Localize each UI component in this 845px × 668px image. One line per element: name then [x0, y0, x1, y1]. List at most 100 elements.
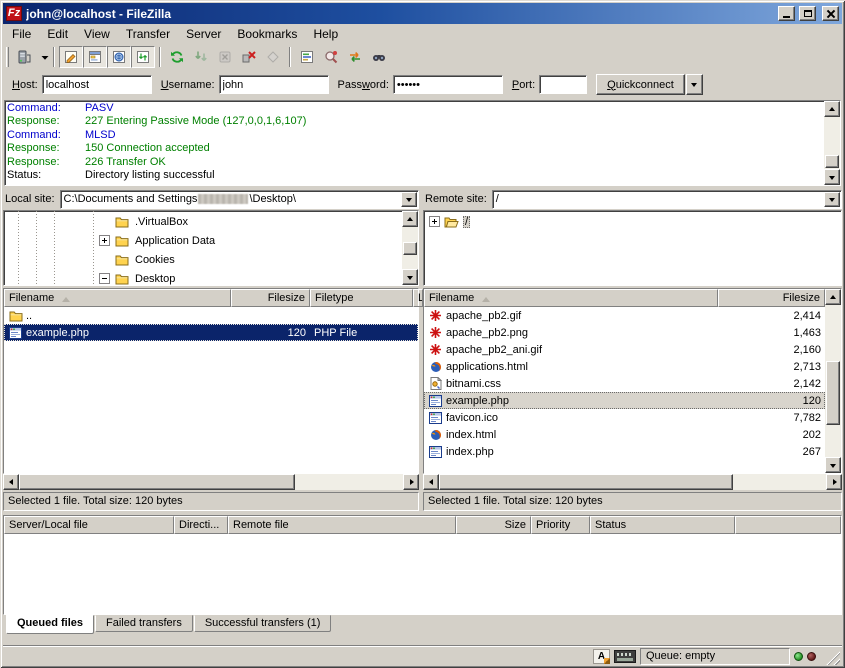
menu-item-help[interactable]: Help	[305, 26, 346, 42]
title-bar[interactable]: Fz john@localhost - FileZilla	[3, 3, 842, 24]
remote-site-combobox[interactable]: /	[492, 190, 842, 209]
scroll-down-button[interactable]	[825, 457, 841, 473]
scroll-track[interactable]	[825, 305, 841, 457]
remote-list-scrollbar[interactable]	[825, 289, 841, 473]
file-row[interactable]: index.html202	[424, 426, 825, 443]
file-row[interactable]: favicon.ico7,782	[424, 409, 825, 426]
file-row[interactable]: index.php267	[424, 443, 825, 460]
file-row[interactable]: bitnami.css2,142	[424, 375, 825, 392]
toggle-local-tree-button[interactable]	[83, 46, 107, 68]
process-queue-button[interactable]	[189, 46, 213, 68]
refresh-button[interactable]	[165, 46, 189, 68]
toolbar-grip[interactable]	[6, 47, 9, 67]
expander-plus-icon[interactable]	[429, 216, 440, 227]
tab-successful-transfers-1[interactable]: Successful transfers (1)	[194, 615, 332, 632]
toggle-queue-button[interactable]	[131, 46, 155, 68]
message-log[interactable]: Command:PASVResponse:227 Entering Passiv…	[4, 100, 841, 186]
host-input[interactable]	[42, 75, 152, 94]
scroll-left-button[interactable]	[3, 474, 19, 490]
column-header-filesize[interactable]: Filesize	[718, 289, 825, 307]
scroll-thumb[interactable]	[825, 155, 839, 168]
scroll-up-button[interactable]	[824, 101, 840, 117]
scroll-up-button[interactable]	[402, 211, 418, 227]
column-header-priority[interactable]: Priority	[531, 516, 590, 534]
site-manager-button[interactable]	[12, 46, 36, 68]
menu-item-bookmarks[interactable]: Bookmarks	[229, 26, 305, 42]
column-header-filesize[interactable]: Filesize	[231, 289, 310, 307]
combo-dropdown-button[interactable]	[401, 192, 417, 207]
remote-tree-item[interactable]: /	[424, 212, 841, 231]
username-input[interactable]	[219, 75, 329, 94]
scroll-thumb[interactable]	[439, 474, 733, 490]
scroll-track[interactable]	[439, 474, 826, 490]
scroll-up-button[interactable]	[825, 289, 841, 305]
column-header-filename[interactable]: Filename	[4, 289, 231, 307]
close-button[interactable]	[822, 6, 839, 21]
password-input[interactable]	[393, 75, 503, 94]
column-header-direction[interactable]: Directi...	[174, 516, 228, 534]
expander-plus-icon[interactable]	[99, 235, 110, 246]
tab-failed-transfers[interactable]: Failed transfers	[95, 615, 193, 632]
tab-queued-files[interactable]: Queued files	[6, 615, 94, 634]
menu-item-edit[interactable]: Edit	[39, 26, 76, 42]
scroll-down-button[interactable]	[824, 169, 840, 185]
column-header-lastmodified[interactable]: L	[413, 289, 423, 307]
port-input[interactable]	[539, 75, 587, 94]
local-tree-scrollbar[interactable]	[402, 211, 418, 285]
scroll-thumb[interactable]	[826, 361, 840, 425]
quickconnect-dropdown-button[interactable]	[686, 74, 703, 95]
local-tree-item[interactable]: Application Data	[4, 231, 402, 250]
synchronized-browsing-button[interactable]	[343, 46, 367, 68]
file-row[interactable]: applications.html2,713	[424, 358, 825, 375]
reconnect-button[interactable]	[261, 46, 285, 68]
local-tree-item[interactable]: Cookies	[4, 250, 402, 269]
maximize-button[interactable]	[799, 6, 816, 21]
scroll-down-button[interactable]	[402, 269, 418, 285]
file-row[interactable]: example.php120	[424, 392, 825, 409]
file-row[interactable]: apache_pb2_ani.gif2,160	[424, 341, 825, 358]
cancel-operation-button[interactable]	[213, 46, 237, 68]
scroll-thumb[interactable]	[19, 474, 295, 490]
scroll-right-button[interactable]	[403, 474, 419, 490]
menu-item-transfer[interactable]: Transfer	[118, 26, 178, 42]
toggle-message-log-button[interactable]	[59, 46, 83, 68]
column-header-server-local-file[interactable]: Server/Local file	[4, 516, 174, 534]
log-scrollbar[interactable]	[824, 101, 840, 185]
file-row[interactable]: apache_pb2.gif2,414	[424, 307, 825, 324]
scroll-thumb[interactable]	[403, 242, 417, 255]
column-header-filetype[interactable]: Filetype	[310, 289, 413, 307]
directory-comparison-button[interactable]	[319, 46, 343, 68]
file-row[interactable]: apache_pb2.png1,463	[424, 324, 825, 341]
expander-minus-icon[interactable]	[99, 273, 110, 284]
scroll-left-button[interactable]	[423, 474, 439, 490]
local-site-combobox[interactable]: C:\Documents and Settings\Desktop\	[60, 190, 419, 209]
filter-button[interactable]	[295, 46, 319, 68]
column-header-remote-file[interactable]: Remote file	[228, 516, 456, 534]
file-row[interactable]: example.php120PHP File1	[4, 324, 418, 341]
quickconnect-button[interactable]: Quickconnect	[596, 74, 685, 95]
column-header-size[interactable]: Size	[456, 516, 531, 534]
remote-hscrollbar[interactable]	[423, 474, 842, 490]
scroll-track[interactable]	[824, 117, 840, 169]
transfer-type-indicator-icon[interactable]: A	[593, 649, 610, 664]
file-row[interactable]: ..	[4, 307, 418, 324]
speed-limit-icon[interactable]	[614, 650, 636, 663]
menu-item-file[interactable]: File	[4, 26, 39, 42]
find-files-button[interactable]	[367, 46, 391, 68]
local-tree-item[interactable]: Desktop	[4, 269, 402, 285]
menu-item-view[interactable]: View	[76, 26, 118, 42]
local-hscrollbar[interactable]	[3, 474, 419, 490]
combo-dropdown-button[interactable]	[824, 192, 840, 207]
disconnect-button[interactable]	[237, 46, 261, 68]
scroll-right-button[interactable]	[826, 474, 842, 490]
local-tree-item[interactable]: .VirtualBox	[4, 212, 402, 231]
minimize-button[interactable]	[778, 6, 795, 21]
resize-grip[interactable]	[826, 651, 840, 665]
column-header-filename[interactable]: Filename	[424, 289, 718, 307]
app-icon[interactable]: Fz	[6, 6, 22, 21]
site-manager-dropdown-button[interactable]	[36, 46, 49, 68]
scroll-track[interactable]	[19, 474, 403, 490]
scroll-track[interactable]	[402, 227, 418, 269]
menu-item-server[interactable]: Server	[178, 26, 229, 42]
toggle-remote-tree-button[interactable]	[107, 46, 131, 68]
